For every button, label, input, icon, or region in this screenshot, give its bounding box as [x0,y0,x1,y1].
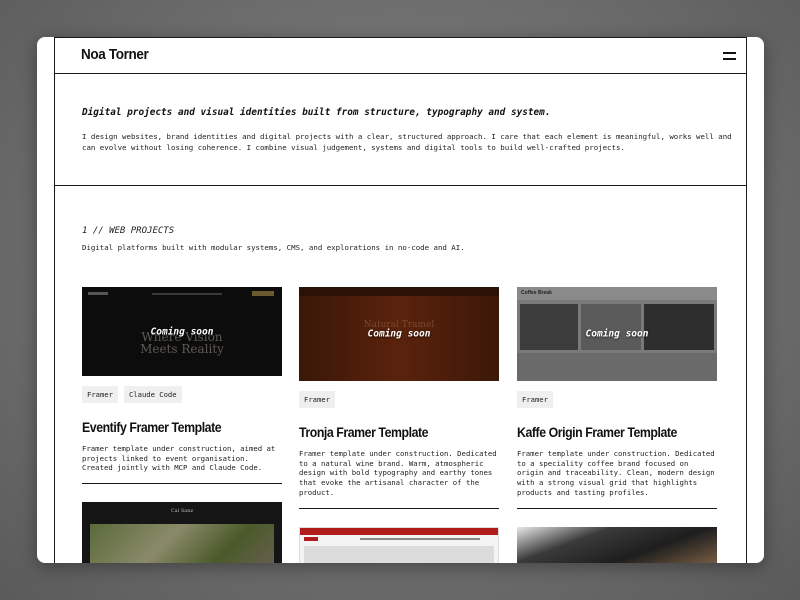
card-title[interactable]: Eventify Framer Template [82,419,258,435]
card-description: Framer template under construction, aime… [82,444,276,473]
coming-soon-label: Coming soon [367,328,431,340]
project-card-tronja[interactable]: Natural Tramel Coming soon Framer Tronja… [299,287,499,509]
intro-tagline: Digital projects and visual identities b… [82,107,551,118]
project-thumbnail[interactable]: Where Vision Meets Reality Coming soon [82,287,282,376]
card-description: Framer template under construction. Dedi… [299,449,497,497]
tag-list: Framer [299,391,499,408]
coming-soon-label: Coming soon [585,328,649,340]
tag-list: Framer Claude Code [82,386,282,403]
card-divider [82,483,282,485]
tag: Framer [82,386,118,403]
section-divider [54,185,747,186]
browser-window: Noa Torner Digital projects and visual i… [37,37,764,563]
tag: Claude Code [123,386,182,403]
tag-list: Framer [517,391,717,408]
tag: Framer [299,391,335,408]
section-title: 1 // WEB PROJECTS [82,226,175,236]
intro-body: I design websites, brand identities and … [82,132,732,152]
project-thumbnail[interactable]: Natural Tramel Coming soon [299,287,499,381]
card-divider [299,507,499,509]
site-header: Noa Torner [54,37,747,74]
card-title[interactable]: Tronja Framer Template [299,424,475,440]
project-card-kaffe-origin[interactable]: Coffee Break Coming soon Framer Kaffe Or… [517,287,717,509]
card-divider [517,507,717,509]
project-card-eventify[interactable]: Where Vision Meets Reality Coming soon F… [82,287,282,485]
project-thumbnail[interactable] [517,527,717,563]
project-thumbnail[interactable]: Coffee Break Coming soon [517,287,717,381]
section-description: Digital platforms built with modular sys… [82,243,465,252]
tag: Framer [517,391,553,408]
card-title[interactable]: Kaffe Origin Framer Template [517,424,693,440]
project-thumbnail[interactable] [299,527,499,563]
hamburger-menu-icon[interactable] [723,51,736,61]
thumbnail-text: Cal Sanz [170,508,194,514]
project-thumbnail[interactable]: Cal Sanz [82,502,282,563]
intro-section: Digital projects and visual identities b… [82,107,732,153]
coming-soon-label: Coming soon [150,326,214,337]
card-description: Framer template under construction. Dedi… [517,449,715,497]
thumbnail-text: Coffee Break [521,290,552,296]
brand-logo[interactable]: Noa Torner [81,46,149,63]
